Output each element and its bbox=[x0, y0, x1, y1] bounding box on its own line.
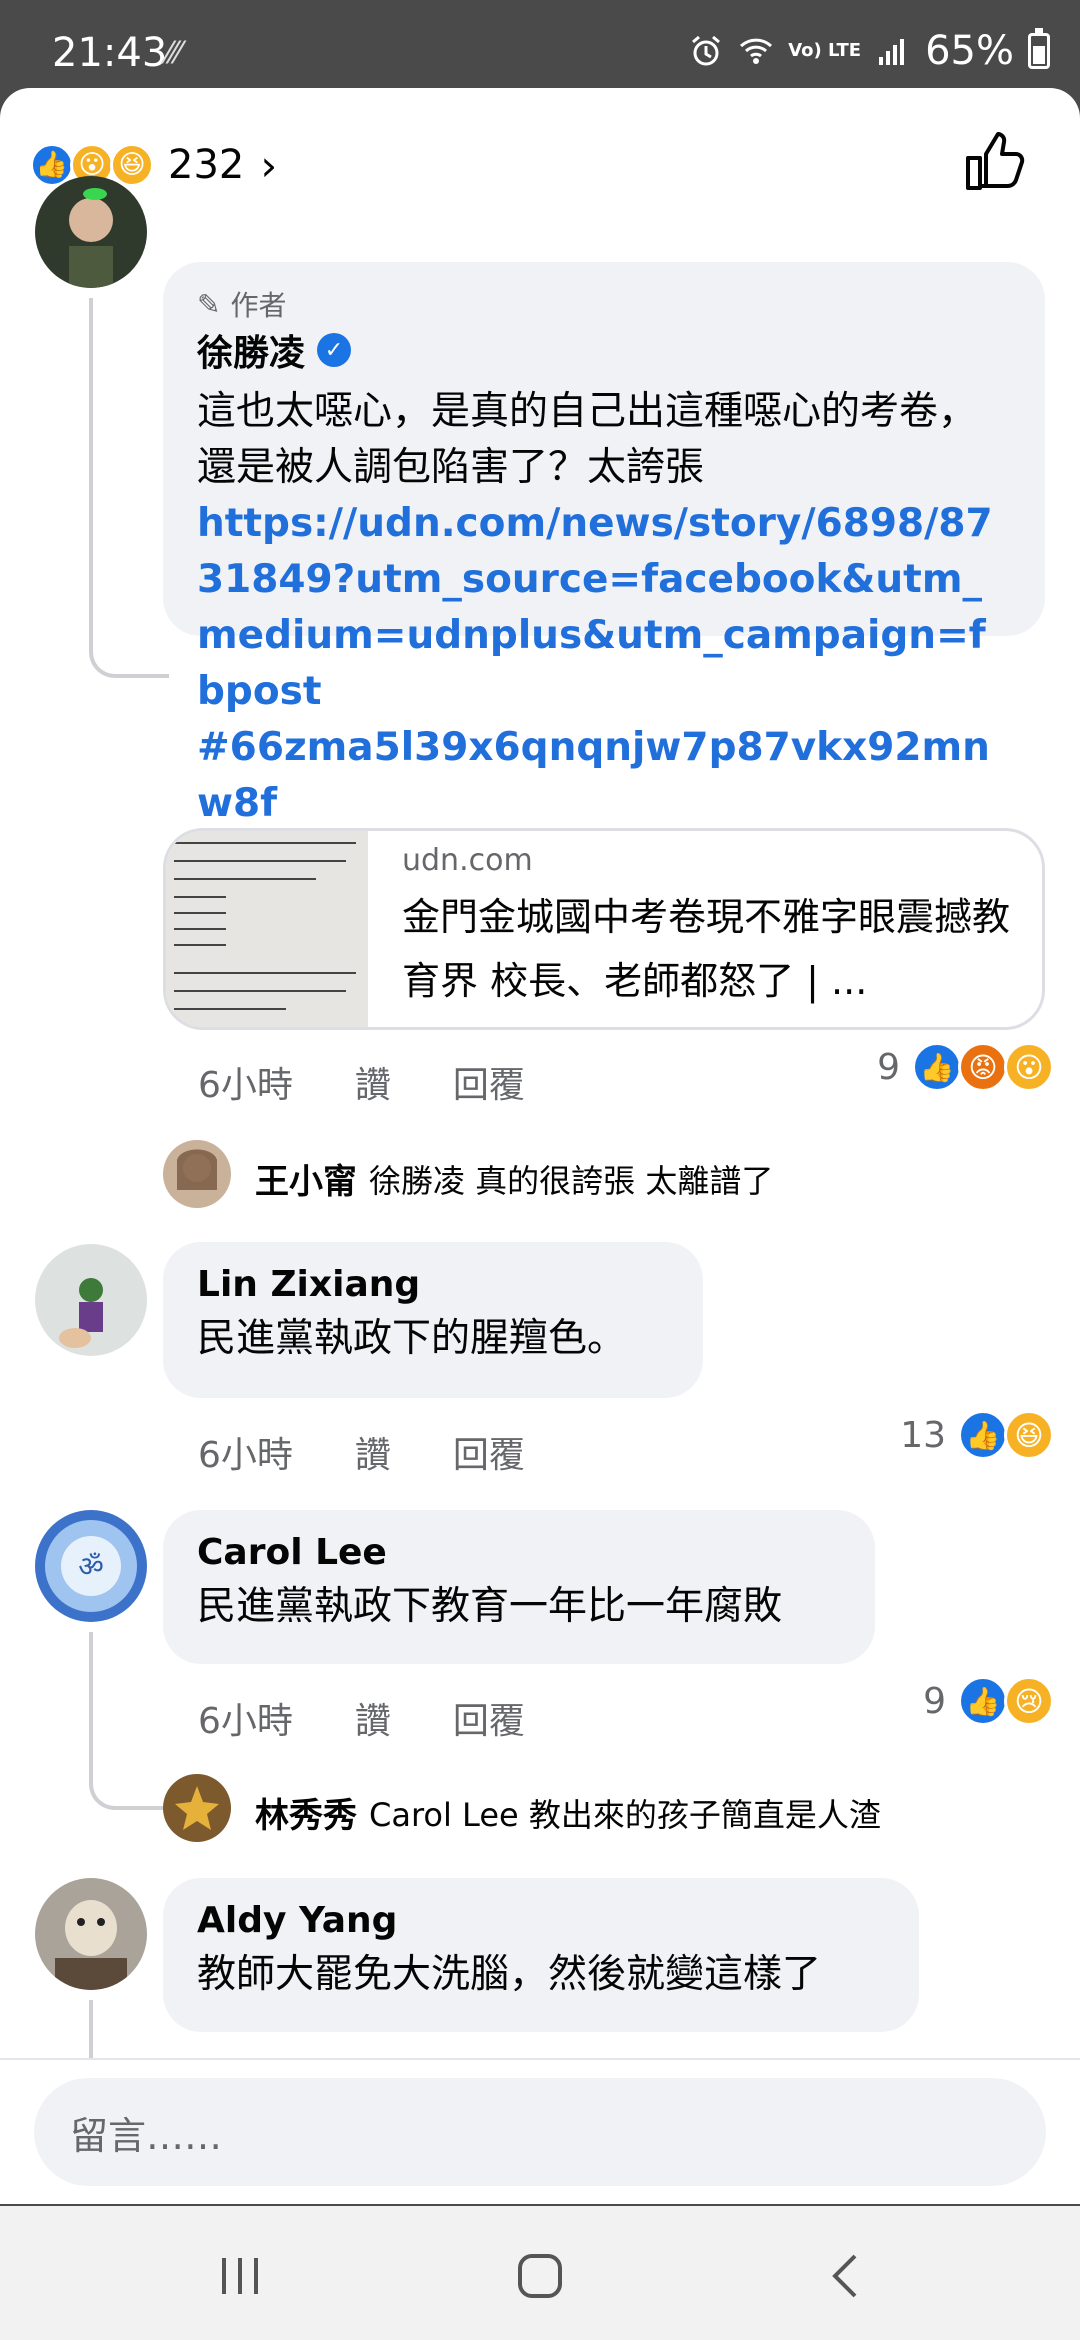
comment-bubble[interactable]: Lin Zixiang 民進黨執政下的腥羶色。 bbox=[163, 1242, 703, 1398]
wifi-icon bbox=[740, 38, 773, 64]
comment-reactions[interactable]: 9 👍 😡 😮 bbox=[877, 1042, 1054, 1092]
comment-time[interactable]: 6小時 bbox=[198, 1426, 293, 1478]
comment-input[interactable]: 留言…… bbox=[34, 2078, 1046, 2186]
comment-time[interactable]: 6小時 bbox=[198, 1692, 293, 1744]
angry-reaction-icon: 😡 bbox=[958, 1042, 1008, 1092]
comment-time[interactable]: 6小時 bbox=[198, 1056, 293, 1108]
comment-text: 民進黨執政下的腥羶色。 bbox=[197, 1316, 627, 1361]
avatar[interactable]: ॐ bbox=[35, 1510, 147, 1622]
chevron-right-icon: › bbox=[260, 140, 278, 190]
battery-icon bbox=[1028, 28, 1050, 69]
author-badge: ✎ 作者 bbox=[197, 287, 287, 323]
avatar[interactable] bbox=[35, 1878, 147, 1990]
comment-input-placeholder: 留言…… bbox=[70, 2113, 223, 2158]
comment-reactions[interactable]: 9 👍 😢 bbox=[923, 1676, 1054, 1726]
avatar[interactable] bbox=[35, 1244, 147, 1356]
like-reaction-icon: 👍 bbox=[958, 1410, 1008, 1460]
reply-button[interactable]: 回覆 bbox=[453, 1692, 525, 1744]
reaction-count: 13 bbox=[900, 1414, 946, 1456]
like-post-button[interactable] bbox=[958, 126, 1030, 198]
reply-button[interactable]: 回覆 bbox=[453, 1056, 525, 1108]
reply-thread-line bbox=[89, 298, 169, 678]
comment-actions: 6小時 讚 回覆 bbox=[198, 1426, 587, 1478]
recent-apps-icon[interactable] bbox=[210, 2246, 270, 2306]
comment-hashtag[interactable]: #66zma5l39x6qnqnjw7p87vkx92mnw8f bbox=[197, 720, 1011, 832]
svg-text:ॐ: ॐ bbox=[78, 1550, 104, 1583]
link-domain: udn.com bbox=[402, 843, 533, 878]
comment-text: 這也太噁心，是真的自己出這種噁心的考卷，還是被人調包陷害了？太誇張 bbox=[197, 389, 978, 490]
like-button[interactable]: 讚 bbox=[355, 1692, 391, 1744]
battery-percent: 65% bbox=[925, 28, 1014, 74]
comment-author[interactable]: Carol Lee bbox=[197, 1532, 841, 1573]
pencil-icon: ✎ bbox=[197, 287, 221, 321]
signal-icon bbox=[879, 39, 905, 65]
comment-bubble[interactable]: Carol Lee 民進黨執政下教育一年比一年腐敗 bbox=[163, 1510, 875, 1664]
link-preview-card[interactable]: udn.com 金門金城國中考卷現不雅字眼震撼教育界 校長、老師都怒了 | ..… bbox=[163, 828, 1045, 1030]
avatar[interactable] bbox=[163, 1774, 231, 1842]
comment-author[interactable]: Lin Zixiang bbox=[197, 1264, 669, 1305]
wow-reaction-icon: 😮 bbox=[1004, 1042, 1054, 1092]
reaction-count: 9 bbox=[877, 1046, 900, 1088]
verified-badge-icon: ✓ bbox=[317, 333, 352, 367]
comment-author[interactable]: Aldy Yang bbox=[197, 1900, 885, 1941]
sad-reaction-icon: 😢 bbox=[1004, 1676, 1054, 1726]
like-button[interactable]: 讚 bbox=[355, 1426, 391, 1478]
comment-bubble[interactable]: Aldy Yang 教師大罷免大洗腦，然後就變這樣了 bbox=[163, 1878, 919, 2032]
comment-actions: 6小時 讚 回覆 bbox=[198, 1056, 587, 1108]
haha-reaction-icon: 😆 bbox=[110, 143, 154, 187]
comment-text: 教師大罷免大洗腦，然後就變這樣了 bbox=[197, 1952, 822, 1997]
comment-reactions[interactable]: 13 👍 😆 bbox=[900, 1410, 1054, 1460]
reaction-total: 232 bbox=[168, 142, 245, 188]
home-icon[interactable] bbox=[510, 2246, 570, 2306]
avatar[interactable] bbox=[163, 1140, 231, 1208]
volte-icon: Vo) LTE bbox=[788, 40, 862, 61]
status-icons: Vo) LTE 65% bbox=[688, 28, 1050, 74]
comment-link[interactable]: https://udn.com/news/story/6898/8731849?… bbox=[197, 496, 1011, 720]
comment-author[interactable]: 徐勝凌 ✓ bbox=[197, 324, 1011, 376]
comment-actions: 6小時 讚 回覆 bbox=[198, 1692, 587, 1744]
like-button[interactable]: 讚 bbox=[355, 1056, 391, 1108]
reply-button[interactable]: 回覆 bbox=[453, 1426, 525, 1478]
back-icon[interactable] bbox=[815, 2246, 875, 2306]
reply-item[interactable]: 王小甯 徐勝凌 真的很誇張 太離譜了 bbox=[255, 1154, 773, 1203]
comment-bubble[interactable]: ✎ 作者 徐勝凌 ✓ 這也太噁心，是真的自己出這種噁心的考卷，還是被人調包陷害了… bbox=[163, 262, 1045, 826]
status-time: 21:43 bbox=[52, 30, 168, 76]
alarm-icon bbox=[692, 35, 721, 66]
reply-author[interactable]: 林秀秀 bbox=[255, 1788, 357, 1837]
haha-reaction-icon: 😆 bbox=[1004, 1410, 1054, 1460]
comments-sheet: 👍 😮 😆 232 › ✎ 作者 徐勝凌 ✓ 這也太噁心，是真的自己出這種噁心的… bbox=[0, 88, 1080, 2204]
comment-text: 民進黨執政下教育一年比一年腐敗 bbox=[197, 1584, 783, 1629]
reply-thread-line bbox=[89, 1632, 169, 1810]
reply-author[interactable]: 王小甯 bbox=[255, 1154, 357, 1203]
avatar[interactable] bbox=[35, 832, 147, 944]
reply-text: Carol Lee 教出來的孩子簡直是人渣 bbox=[369, 1795, 881, 1834]
reply-text: 徐勝凌 真的很誇張 太離譜了 bbox=[369, 1161, 774, 1200]
status-bar: 21:43 ⁄⁄⁄ Vo) LTE 65% bbox=[0, 0, 1080, 90]
gesture-icon: ⁄⁄⁄ bbox=[166, 36, 182, 71]
link-title: 金門金城國中考卷現不雅字眼震撼教育界 校長、老師都怒了 | ... bbox=[402, 895, 1011, 1003]
like-reaction-icon: 👍 bbox=[912, 1042, 962, 1092]
system-nav-bar bbox=[0, 2206, 1080, 2340]
link-thumbnail bbox=[166, 831, 368, 1027]
reply-item[interactable]: 林秀秀 Carol Lee 教出來的孩子簡直是人渣 bbox=[255, 1788, 881, 1837]
reaction-count: 9 bbox=[923, 1680, 946, 1722]
avatar[interactable] bbox=[35, 176, 147, 288]
like-reaction-icon: 👍 bbox=[958, 1676, 1008, 1726]
